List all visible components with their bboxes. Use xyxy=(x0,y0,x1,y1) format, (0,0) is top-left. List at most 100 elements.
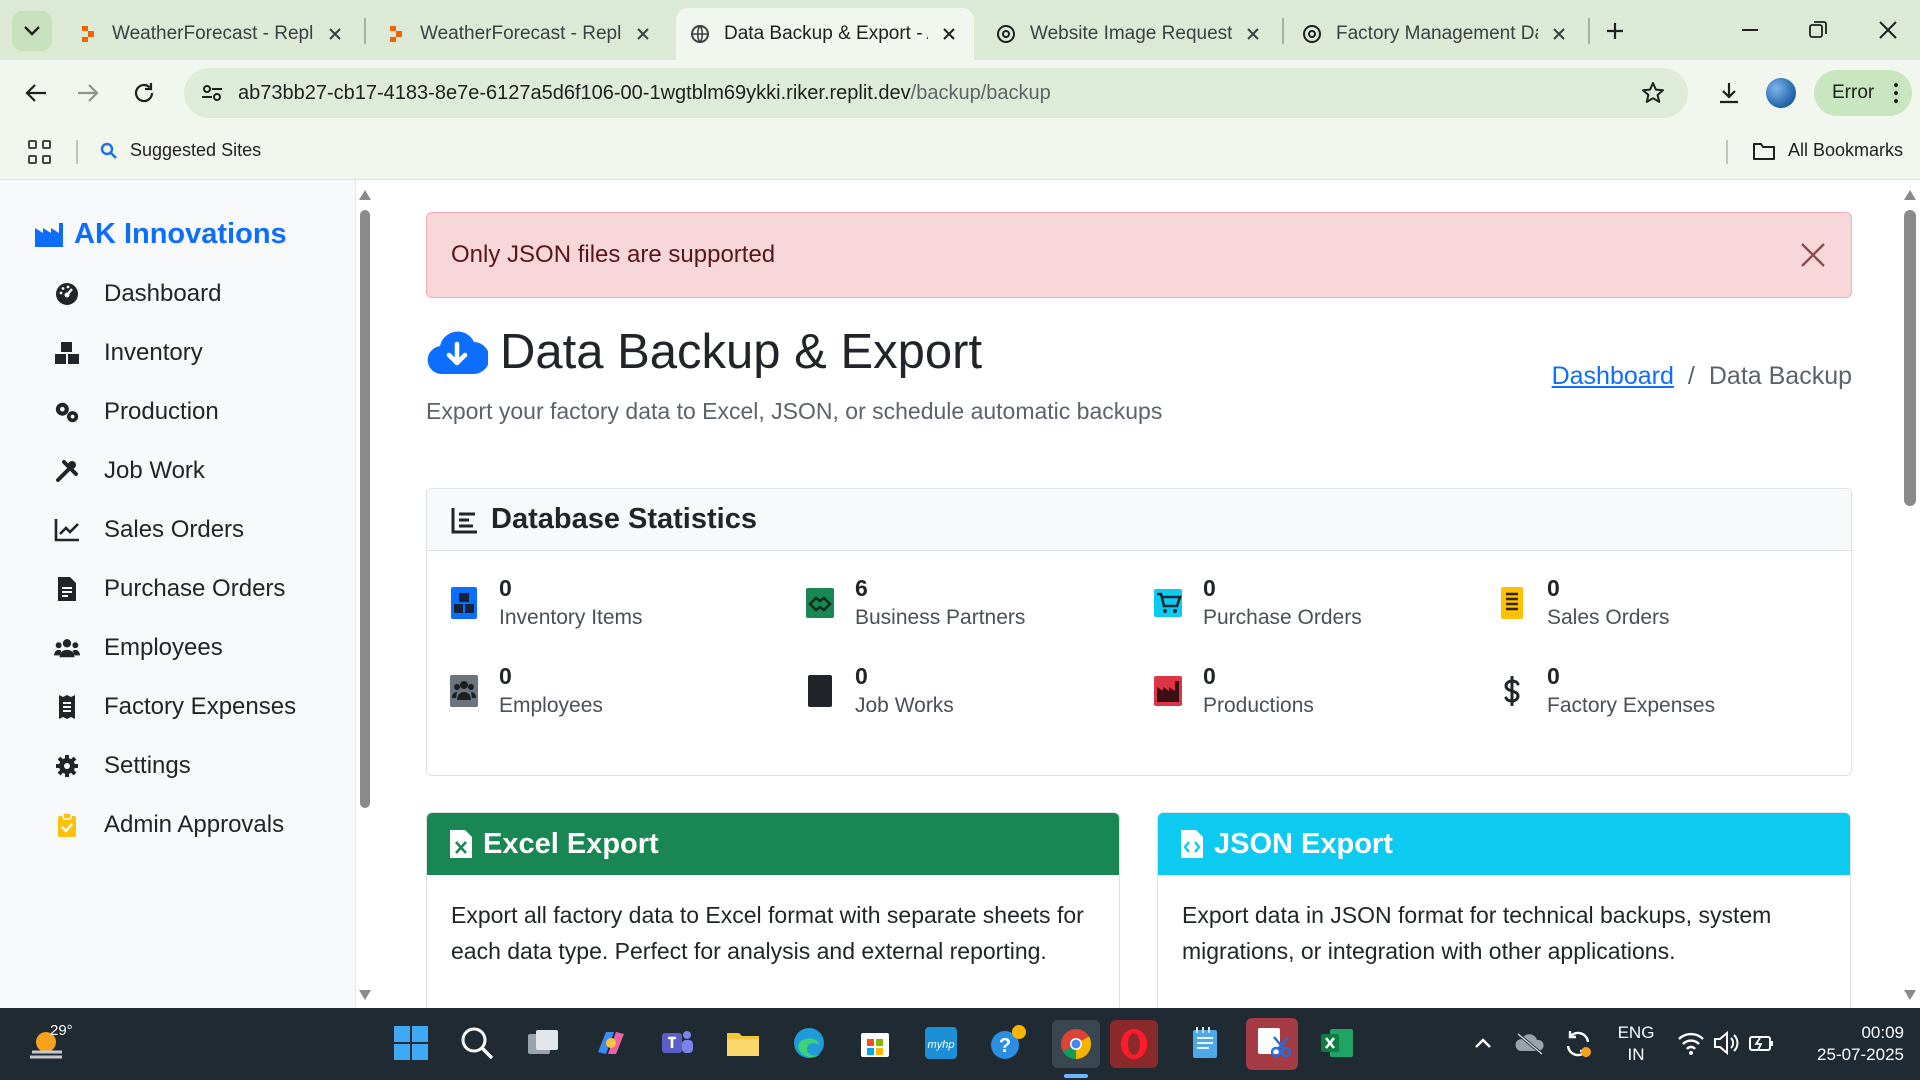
windows-start-icon[interactable] xyxy=(392,1024,430,1062)
sidebar-item-dashboard[interactable]: Dashboard xyxy=(54,274,221,314)
stat-label: Employees xyxy=(499,694,603,717)
excel-icon[interactable] xyxy=(1318,1024,1356,1062)
sidebar-item-settings[interactable]: Settings xyxy=(54,746,191,786)
show-hidden-icons[interactable] xyxy=(1468,1028,1498,1058)
tab-weatherforecast-1[interactable]: WeatherForecast - Replit xyxy=(64,8,360,60)
database-statistics-card: Database Statistics 0 Inventory Items 6 Bu… xyxy=(426,488,1852,776)
minimize-button[interactable] xyxy=(1730,10,1770,50)
close-icon[interactable] xyxy=(1242,23,1264,45)
more-vert-icon xyxy=(1894,83,1898,103)
copilot-icon[interactable] xyxy=(592,1024,630,1062)
volume-icon[interactable] xyxy=(1712,1028,1742,1058)
myhp-icon[interactable]: myhp xyxy=(922,1024,960,1062)
sidebar-item-label: Purchase Orders xyxy=(104,575,286,602)
reload-button[interactable] xyxy=(126,75,162,111)
apps-grid-icon[interactable] xyxy=(28,140,52,164)
search-icon[interactable] xyxy=(458,1024,496,1062)
bookmarks-bar: Suggested Sites All Bookmarks xyxy=(0,126,1920,180)
sidebar-item-job-work[interactable]: Job Work xyxy=(54,451,205,491)
handshake-icon xyxy=(805,585,835,621)
downloads-button[interactable] xyxy=(1712,76,1746,110)
breadcrumb-dashboard-link[interactable]: Dashboard xyxy=(1552,362,1674,391)
sidebar-item-admin-approvals[interactable]: Admin Approvals xyxy=(54,805,284,845)
weather-widget[interactable]: 29° xyxy=(26,1020,73,1069)
url-host: ab73bb27-cb17-4183-8e7e-6127a5d6f106-00-… xyxy=(238,81,911,104)
sidebar-scroll-thumb[interactable] xyxy=(360,210,370,808)
help-icon[interactable]: ? xyxy=(988,1024,1026,1062)
notepad-icon[interactable] xyxy=(1186,1024,1224,1062)
region-label: IN xyxy=(1627,1045,1645,1064)
onedrive-icon[interactable] xyxy=(1514,1028,1546,1058)
scroll-down-arrow-icon[interactable] xyxy=(359,990,371,1000)
page-title: Data Backup & Export xyxy=(426,324,982,380)
sidebar-item-employees[interactable]: Employees xyxy=(54,628,223,668)
tab-website-image-request[interactable]: Website Image Request xyxy=(982,8,1278,60)
bookmark-star-button[interactable] xyxy=(1638,78,1668,108)
bookmark-suggested-sites[interactable]: Suggested Sites xyxy=(100,140,261,161)
profile-avatar[interactable] xyxy=(1766,78,1796,108)
restore-button[interactable] xyxy=(1798,10,1838,50)
task-view-icon[interactable] xyxy=(524,1024,562,1062)
chrome-icon[interactable] xyxy=(1052,1020,1100,1068)
stat-productions: 0 Productions xyxy=(1153,663,1314,723)
breadcrumb-current: Data Backup xyxy=(1708,362,1852,390)
users-icon xyxy=(449,673,479,709)
tools-icon xyxy=(54,458,80,484)
sidebar-item-purchase-orders[interactable]: Purchase Orders xyxy=(54,569,285,609)
site-info-button[interactable] xyxy=(194,75,230,111)
close-icon[interactable] xyxy=(632,23,654,45)
sidebar-item-label: Inventory xyxy=(104,339,203,366)
all-bookmarks-button[interactable]: All Bookmarks xyxy=(1752,140,1903,161)
sidebar-scrollbar[interactable] xyxy=(356,180,374,1008)
stat-value: 0 xyxy=(855,663,868,689)
clock[interactable]: 00:09 25-07-2025 xyxy=(1794,1022,1904,1066)
tab-factory-management[interactable]: Factory Management Dat xyxy=(1288,8,1584,60)
sidebar-item-factory-expenses[interactable]: Factory Expenses xyxy=(54,687,296,727)
close-icon[interactable] xyxy=(1797,239,1829,271)
tab-search-button[interactable] xyxy=(12,11,52,51)
close-window-button[interactable] xyxy=(1868,10,1908,50)
page-scroll-up-icon[interactable] xyxy=(1904,190,1916,200)
file-excel-icon xyxy=(450,830,472,858)
file-explorer-icon[interactable] xyxy=(724,1024,762,1062)
sidebar-item-inventory[interactable]: Inventory xyxy=(54,333,203,373)
cog-icon xyxy=(54,753,80,779)
language-indicator[interactable]: ENG IN xyxy=(1614,1022,1658,1066)
sync-status-icon[interactable] xyxy=(1562,1028,1594,1060)
chevron-down-icon xyxy=(24,26,40,36)
forward-button[interactable] xyxy=(70,75,106,111)
card-header: Excel Export xyxy=(427,813,1119,875)
page-scroll-thumb[interactable] xyxy=(1904,210,1916,506)
scroll-up-arrow-icon[interactable] xyxy=(359,190,371,200)
new-tab-button[interactable] xyxy=(1598,14,1632,48)
tab-strip: WeatherForecast - Replit WeatherForecast… xyxy=(0,0,1920,60)
close-icon[interactable] xyxy=(324,23,346,45)
edge-icon[interactable] xyxy=(790,1024,828,1062)
sidebar-item-sales-orders[interactable]: Sales Orders xyxy=(54,510,244,550)
back-button[interactable] xyxy=(18,75,54,111)
brand[interactable]: AK Innovations xyxy=(34,218,287,251)
tab-divider xyxy=(1588,18,1590,44)
card-title: Excel Export xyxy=(483,827,659,860)
svg-text:myhp: myhp xyxy=(928,1039,955,1051)
address-bar[interactable]: ab73bb27-cb17-4183-8e7e-6127a5d6f106-00-… xyxy=(184,68,1688,118)
close-icon[interactable] xyxy=(938,23,960,45)
tab-data-backup[interactable]: Data Backup & Export - A xyxy=(676,8,974,60)
opera-icon[interactable] xyxy=(1110,1020,1158,1068)
snipping-tool-icon[interactable] xyxy=(1246,1018,1298,1070)
microsoft-store-icon[interactable] xyxy=(856,1024,894,1062)
close-icon[interactable] xyxy=(1548,23,1570,45)
gears-icon xyxy=(54,399,80,425)
boxes-icon xyxy=(449,585,479,621)
sidebar-item-production[interactable]: Production xyxy=(54,392,219,432)
download-icon xyxy=(1720,83,1738,104)
page-scroll-down-icon[interactable] xyxy=(1904,990,1916,1000)
tab-weatherforecast-2[interactable]: WeatherForecast - Replit xyxy=(372,8,668,60)
battery-icon[interactable] xyxy=(1746,1028,1776,1058)
tab-divider xyxy=(364,18,366,44)
arrow-left-icon xyxy=(25,84,46,102)
profile-error-button[interactable]: Error xyxy=(1814,70,1912,116)
teams-icon[interactable] xyxy=(658,1024,696,1062)
wifi-icon[interactable] xyxy=(1676,1028,1706,1058)
users-icon xyxy=(54,635,80,661)
